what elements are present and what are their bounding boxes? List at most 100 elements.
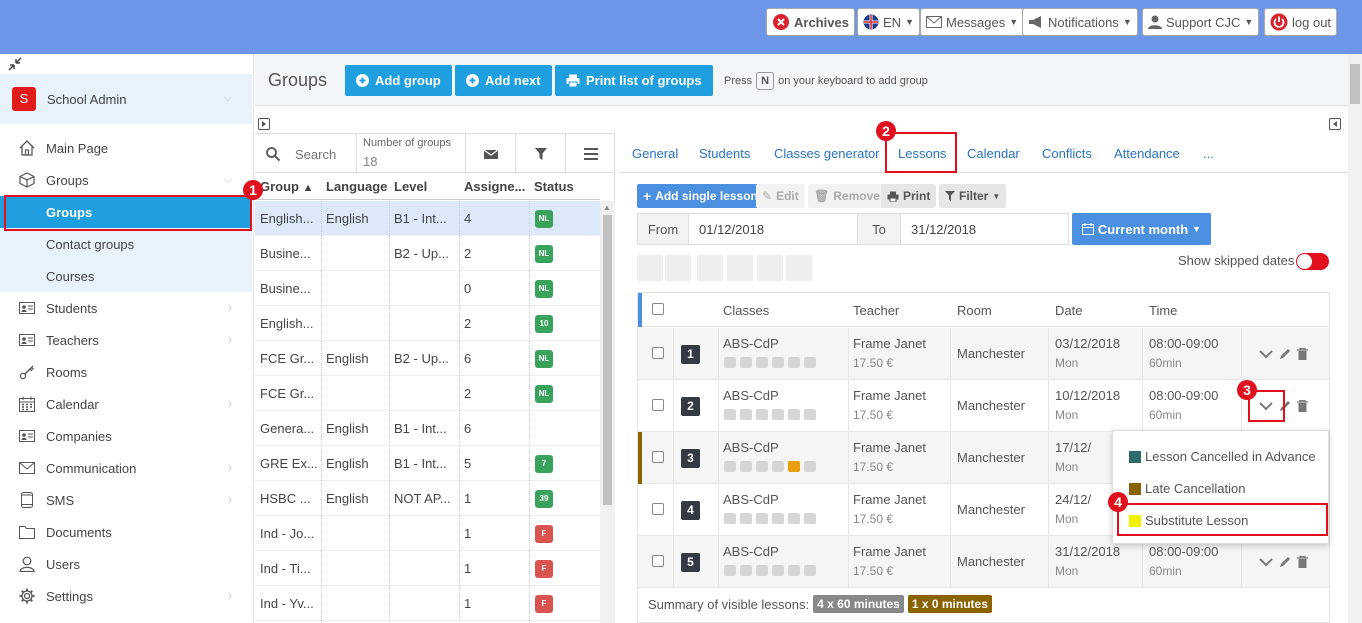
add-group-button[interactable]: Add group xyxy=(345,65,452,96)
pencil-icon[interactable] xyxy=(1279,348,1291,360)
table-row[interactable]: Ind - Yv... 1 F xyxy=(255,586,600,621)
filter-lessons-button[interactable]: Filter ▼ xyxy=(939,184,1007,208)
folder-icon[interactable] xyxy=(786,255,812,281)
groups-scrollbar[interactable]: ▲ xyxy=(600,201,615,623)
plus-circle-icon xyxy=(356,74,369,87)
lesson-room: Manchester xyxy=(957,450,1025,465)
column-header-group[interactable]: Group ▲ xyxy=(260,179,314,194)
column-header-room[interactable]: Room xyxy=(957,303,992,318)
add-next-button[interactable]: Add next xyxy=(455,65,552,96)
sidebar-item-teachers[interactable]: Teachers › xyxy=(0,324,252,356)
exclamation-icon[interactable] xyxy=(727,255,753,281)
account-switcher[interactable]: S School Admin ⌵ xyxy=(0,74,252,124)
trash-icon[interactable] xyxy=(1297,556,1308,568)
notifications-button[interactable]: Notifications ▼ xyxy=(1022,8,1138,36)
trash-icon[interactable] xyxy=(1297,400,1308,412)
column-header-time[interactable]: Time xyxy=(1149,303,1177,318)
row-checkbox[interactable] xyxy=(652,399,664,411)
edit-lesson-button[interactable]: ✎ Edit xyxy=(756,184,805,208)
email-groups-button[interactable] xyxy=(465,134,515,174)
check-icon[interactable] xyxy=(665,255,691,281)
remove-lesson-button[interactable]: 🗑 Remove xyxy=(808,184,886,208)
table-row[interactable]: HSBC ... English NOT AP... 1 39 xyxy=(255,481,600,516)
chevron-down-icon[interactable] xyxy=(1259,349,1273,359)
table-row[interactable]: English... English B1 - Int... 4 NL xyxy=(255,201,600,236)
table-row[interactable]: English... 2 10 xyxy=(255,306,600,341)
scrollbar-thumb[interactable] xyxy=(603,215,612,505)
warning-icon[interactable] xyxy=(757,255,783,281)
column-header-date[interactable]: Date xyxy=(1055,303,1082,318)
print-lessons-button[interactable]: Print xyxy=(881,184,937,208)
trash-icon[interactable] xyxy=(1297,348,1308,360)
table-row[interactable]: Busine... 0 NL xyxy=(255,271,600,306)
sidebar-subitem-contact-groups[interactable]: Contact groups xyxy=(0,228,252,260)
column-header-status[interactable]: Status xyxy=(534,179,574,194)
tab-more[interactable]: ... xyxy=(1203,146,1214,161)
chevron-down-icon[interactable] xyxy=(1259,557,1273,567)
sidebar-item-rooms[interactable]: Rooms xyxy=(0,356,252,388)
table-row[interactable]: FCE Gr... English B2 - Up... 6 NL xyxy=(255,341,600,376)
scrollbar-thumb[interactable] xyxy=(1350,64,1360,104)
page-scrollbar[interactable] xyxy=(1348,54,1362,623)
sidebar-item-calendar[interactable]: Calendar › xyxy=(0,388,252,420)
pencil-icon[interactable] xyxy=(1279,556,1291,568)
table-row[interactable]: Ind - Jo... 1 F xyxy=(255,516,600,551)
sidebar-item-main-page[interactable]: Main Page xyxy=(0,132,252,164)
row-checkbox[interactable] xyxy=(652,451,664,463)
sidebar-item-settings[interactable]: Settings › xyxy=(0,580,252,612)
current-month-button[interactable]: Current month ▼ xyxy=(1072,213,1211,245)
menu-item-lesson-cancelled-in-advance[interactable]: Lesson Cancelled in Advance xyxy=(1129,449,1316,464)
tab-attendance[interactable]: Attendance xyxy=(1114,146,1180,161)
tab-classes-generator[interactable]: Classes generator xyxy=(774,146,880,161)
logout-button[interactable]: log out xyxy=(1264,8,1338,36)
language-select[interactable]: EN ▼ xyxy=(857,8,920,36)
scroll-up-icon[interactable]: ▲ xyxy=(603,203,611,212)
column-header-teacher[interactable]: Teacher xyxy=(853,303,899,318)
sidebar-item-groups[interactable]: Groups ⌵ xyxy=(0,164,252,196)
column-header-assigned[interactable]: Assigne... xyxy=(464,179,530,194)
sidebar-subitem-courses[interactable]: Courses xyxy=(0,260,252,292)
collapse-icon[interactable] xyxy=(7,56,23,72)
sidebar-item-companies[interactable]: Companies xyxy=(0,420,252,452)
sidebar-item-sms[interactable]: SMS › xyxy=(0,484,252,516)
expand-panel-icon[interactable] xyxy=(258,118,270,130)
tab-conflicts[interactable]: Conflicts xyxy=(1042,146,1092,161)
filter-groups-button[interactable] xyxy=(515,134,565,174)
select-all-checkbox[interactable] xyxy=(652,303,664,315)
search-input[interactable] xyxy=(295,142,353,166)
messages-button[interactable]: Messages ▼ xyxy=(920,8,1025,36)
table-row[interactable]: FCE Gr... 2 NL xyxy=(255,376,600,411)
add-single-lesson-button[interactable]: + Add single lesson xyxy=(637,184,764,208)
table-row[interactable]: 1 ABS-CdP Frame Janet 17.50 € Manchester 03/1… xyxy=(638,328,1329,380)
file-icon[interactable] xyxy=(637,255,663,281)
sidebar-item-users[interactable]: Users xyxy=(0,548,252,580)
row-checkbox[interactable] xyxy=(652,347,664,359)
tab-students[interactable]: Students xyxy=(699,146,750,161)
row-checkbox[interactable] xyxy=(652,555,664,567)
archives-button[interactable]: Archives xyxy=(766,8,855,36)
print-list-button[interactable]: Print list of groups xyxy=(555,65,713,96)
collapse-panel-icon[interactable] xyxy=(1329,118,1341,130)
column-header-classes[interactable]: Classes xyxy=(723,303,769,318)
row-checkbox[interactable] xyxy=(652,503,664,515)
tab-general[interactable]: General xyxy=(632,146,678,161)
uk-flag-icon xyxy=(863,14,879,30)
table-row[interactable]: Genera... English B1 - Int... 6 xyxy=(255,411,600,446)
video-icon[interactable] xyxy=(697,255,723,281)
tab-calendar[interactable]: Calendar xyxy=(967,146,1020,161)
column-header-language[interactable]: Language xyxy=(326,179,387,194)
from-date-input[interactable]: 01/12/2018 xyxy=(688,213,858,245)
sidebar-item-students[interactable]: Students › xyxy=(0,292,252,324)
table-row[interactable]: GRE Ex... English B1 - Int... 5 7 xyxy=(255,446,600,481)
table-row[interactable]: Ind - Ti... 1 F xyxy=(255,551,600,586)
column-header-level[interactable]: Level xyxy=(394,179,427,194)
support-button[interactable]: Support CJC ▼ xyxy=(1142,8,1260,36)
table-row[interactable]: 2 ABS-CdP Frame Janet 17.50 € Manchester 10/1… xyxy=(638,380,1329,432)
sidebar-item-documents[interactable]: Documents xyxy=(0,516,252,548)
menu-groups-button[interactable] xyxy=(565,134,615,174)
menu-item-late-cancellation[interactable]: Late Cancellation xyxy=(1129,481,1245,496)
table-row[interactable]: Busine... B2 - Up... 2 NL xyxy=(255,236,600,271)
to-date-input[interactable]: 31/12/2018 xyxy=(900,213,1069,245)
show-skipped-toggle[interactable] xyxy=(1296,253,1329,270)
sidebar-item-communication[interactable]: Communication › xyxy=(0,452,252,484)
